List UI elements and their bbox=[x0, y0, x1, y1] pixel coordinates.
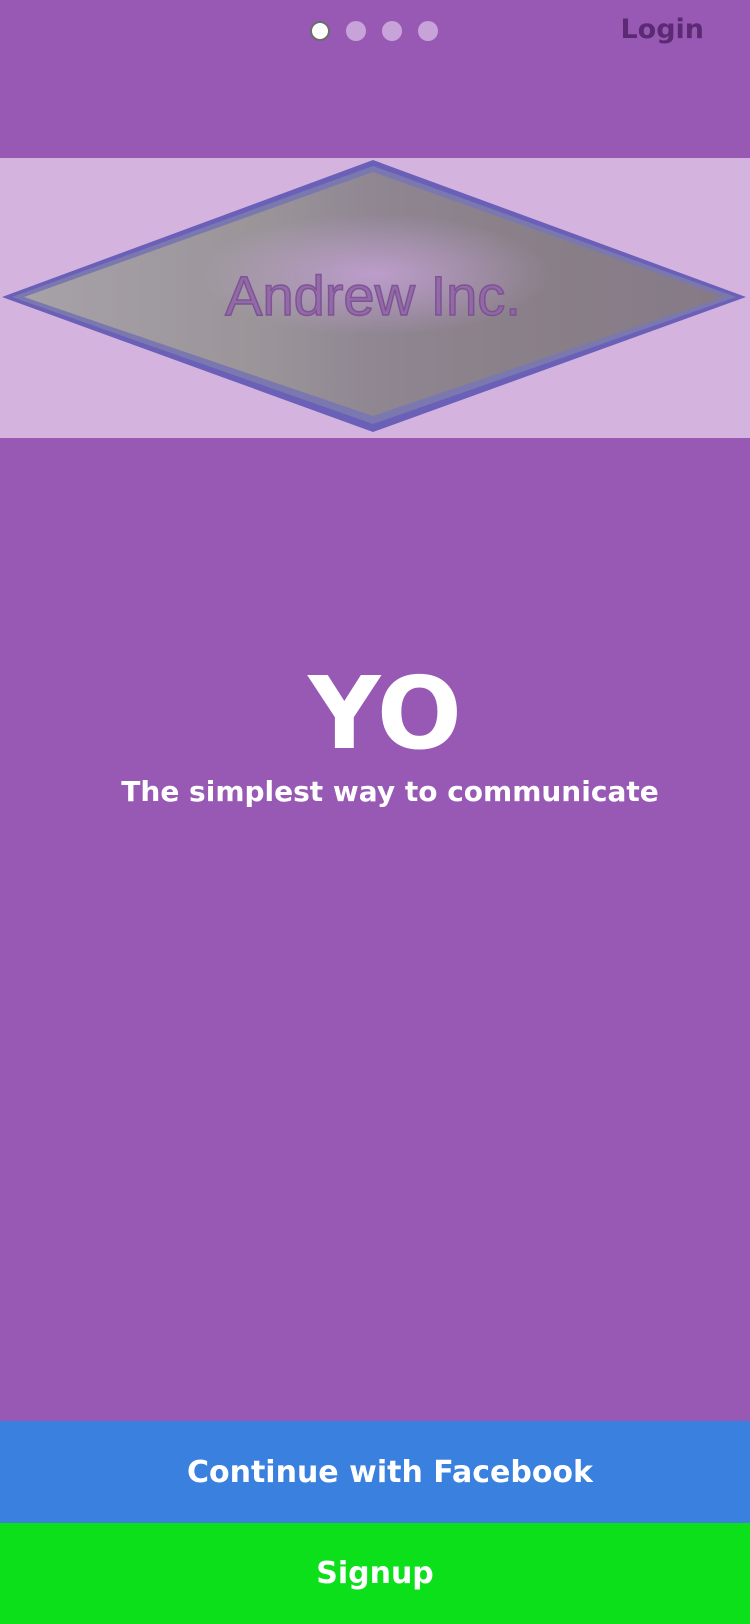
app-tagline: The simplest way to communicate bbox=[121, 775, 659, 808]
logo-banner: Andrew Inc. bbox=[0, 158, 750, 438]
diamond-logo-icon: Andrew Inc. bbox=[2, 160, 746, 432]
pagination-dot-4[interactable] bbox=[418, 21, 438, 41]
pagination-dots bbox=[310, 21, 438, 41]
continue-with-facebook-button[interactable]: Continue with Facebook bbox=[0, 1421, 750, 1523]
signup-button[interactable]: Signup bbox=[0, 1523, 750, 1624]
pagination-dot-1[interactable] bbox=[310, 21, 330, 41]
pagination-dot-2[interactable] bbox=[346, 21, 366, 41]
logo-text: Andrew Inc. bbox=[225, 264, 521, 327]
app-title: YO bbox=[308, 655, 462, 772]
pagination-dot-3[interactable] bbox=[382, 21, 402, 41]
login-button[interactable]: Login bbox=[620, 14, 704, 45]
